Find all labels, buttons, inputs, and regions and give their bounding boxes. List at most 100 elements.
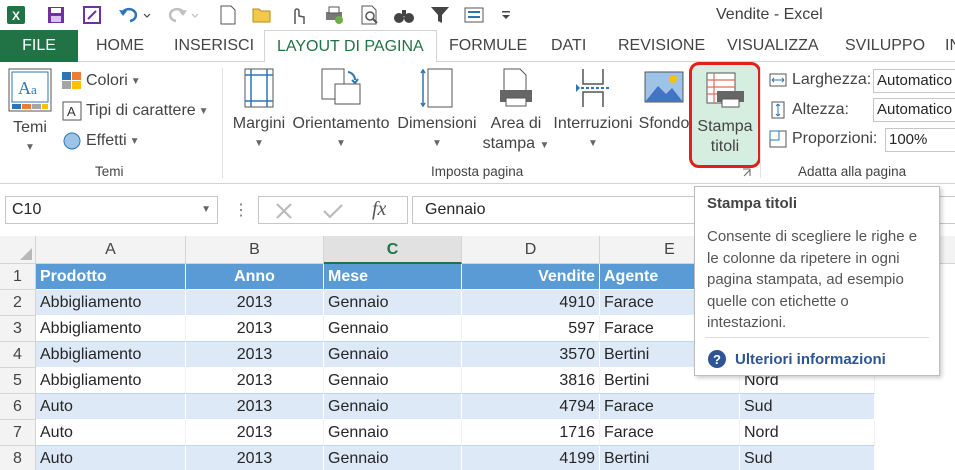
table-cell[interactable]: Abbigliamento	[36, 342, 186, 368]
row-header[interactable]: 8	[0, 446, 36, 470]
table-cell[interactable]: Gennaio	[324, 342, 462, 368]
row-header[interactable]: 2	[0, 290, 36, 316]
dialog-launcher-icon[interactable]	[742, 168, 752, 178]
table-cell[interactable]: Sud	[740, 394, 875, 420]
chevron-down-icon[interactable]: ▼	[201, 197, 211, 223]
column-header-b[interactable]: B	[186, 236, 324, 264]
open-folder-icon[interactable]	[250, 3, 274, 27]
row-header[interactable]: 4	[0, 342, 36, 368]
table-cell[interactable]: Abbigliamento	[36, 368, 186, 394]
tab-layout-di-pagina[interactable]: LAYOUT DI PAGINA	[264, 30, 437, 63]
table-header-cell[interactable]: Vendite	[462, 264, 600, 290]
table-cell[interactable]: 3816	[462, 368, 600, 394]
tab-inserisci[interactable]: INSERISCI	[174, 30, 254, 62]
proporzioni-spinner[interactable]: 100%	[885, 128, 955, 152]
dimensioni-button[interactable]: Dimensioni ▼	[394, 68, 480, 154]
customize-toolbar-icon[interactable]	[494, 3, 518, 27]
undo-icon[interactable]	[116, 3, 154, 27]
filter-icon[interactable]	[428, 3, 452, 27]
tab-formule[interactable]: FORMULE	[449, 30, 527, 62]
table-cell[interactable]: 2013	[186, 420, 324, 446]
row-header[interactable]: 1	[0, 264, 36, 290]
tab-file[interactable]: FILE	[0, 30, 78, 62]
column-header-d[interactable]: D	[462, 236, 600, 264]
table-header-cell[interactable]: Prodotto	[36, 264, 186, 290]
new-file-icon[interactable]	[216, 3, 240, 27]
table-cell[interactable]: Gennaio	[324, 290, 462, 316]
tab-dati[interactable]: DATI	[551, 30, 586, 62]
table-cell[interactable]: 2013	[186, 316, 324, 342]
temi-button[interactable]: A a Temi ▼	[6, 68, 54, 158]
table-cell[interactable]: Nord	[740, 420, 875, 446]
table-cell[interactable]: 2013	[186, 342, 324, 368]
effetti-button[interactable]: Effetti ▼	[62, 130, 140, 152]
larghezza-select[interactable]: Automatico	[873, 69, 955, 93]
table-cell[interactable]: Abbigliamento	[36, 316, 186, 342]
quick-print-icon[interactable]	[322, 3, 346, 27]
cancel-icon[interactable]	[274, 202, 294, 220]
tooltip-more-info-link[interactable]: ? Ulteriori informazioni	[707, 349, 886, 369]
save-as-icon[interactable]	[80, 3, 104, 27]
confirm-check-icon[interactable]	[322, 202, 344, 220]
touch-mode-icon[interactable]	[286, 3, 310, 27]
form-icon[interactable]	[462, 3, 486, 27]
tab-visualizza[interactable]: VISUALIZZA	[727, 30, 819, 62]
table-cell[interactable]: Abbigliamento	[36, 290, 186, 316]
table-cell[interactable]: 4199	[462, 446, 600, 470]
insert-function-icon[interactable]: fx	[372, 198, 386, 221]
table-cell[interactable]: 4910	[462, 290, 600, 316]
print-preview-icon[interactable]	[358, 3, 382, 27]
sfondo-button[interactable]: Sfondo	[636, 68, 692, 134]
select-all-corner[interactable]	[0, 236, 36, 264]
name-box[interactable]: C10 ▼	[5, 196, 218, 224]
redo-icon[interactable]	[164, 3, 202, 27]
margini-button[interactable]: Margini ▼	[228, 68, 290, 154]
table-cell[interactable]: Auto	[36, 446, 186, 470]
table-cell[interactable]: Auto	[36, 420, 186, 446]
tab-home[interactable]: HOME	[96, 30, 144, 62]
table-cell[interactable]: 2013	[186, 446, 324, 470]
orientamento-button[interactable]: Orientamento ▼	[290, 68, 392, 154]
table-cell[interactable]: Gennaio	[324, 368, 462, 394]
excel-logo-icon[interactable]: X	[4, 3, 28, 27]
row-header[interactable]: 3	[0, 316, 36, 342]
row-header[interactable]: 6	[0, 394, 36, 420]
column-header-c[interactable]: C	[324, 236, 462, 264]
tipi-carattere-button[interactable]: A Tipi di carattere ▼	[62, 100, 209, 122]
table-cell[interactable]: 3570	[462, 342, 600, 368]
table-cell[interactable]: Sud	[740, 446, 875, 470]
find-binoculars-icon[interactable]	[392, 3, 416, 27]
interruzioni-button[interactable]: Interruzioni ▼	[550, 68, 636, 154]
table-header-cell[interactable]: Mese	[324, 264, 462, 290]
table-header-cell[interactable]: Anno	[186, 264, 324, 290]
table-cell[interactable]: Farace	[600, 420, 740, 446]
tab-sviluppo[interactable]: SVILUPPO	[845, 30, 925, 62]
column-header-a[interactable]: A	[36, 236, 186, 264]
tab-overflow[interactable]: IN	[945, 30, 955, 62]
save-icon[interactable]	[44, 3, 68, 27]
table-cell[interactable]: Gennaio	[324, 316, 462, 342]
table-cell[interactable]: Bertini	[600, 446, 740, 470]
table-cell[interactable]: 2013	[186, 394, 324, 420]
table-cell[interactable]: Gennaio	[324, 394, 462, 420]
area-di-stampa-button[interactable]: Area di stampa ▼	[482, 68, 550, 156]
table-cell[interactable]: Farace	[600, 394, 740, 420]
row-header[interactable]: 5	[0, 368, 36, 394]
more-options-icon[interactable]: ⋮	[233, 200, 249, 220]
stampa-titoli-button[interactable]: Stampa titoli	[689, 62, 761, 168]
colori-button[interactable]: Colori ▼	[62, 70, 141, 92]
row-header[interactable]: 7	[0, 420, 36, 446]
tab-revisione[interactable]: REVISIONE	[618, 30, 705, 62]
table-cell[interactable]: 2013	[186, 368, 324, 394]
table-cell[interactable]: 4794	[462, 394, 600, 420]
table-cell[interactable]: Auto	[36, 394, 186, 420]
excel-window: X Vendite - Excel FILE HOME INSERISCI LA…	[0, 0, 955, 470]
altezza-select[interactable]: Automatico	[873, 98, 955, 122]
table-cell[interactable]: 2013	[186, 290, 324, 316]
table-cell[interactable]: Gennaio	[324, 420, 462, 446]
table-cell[interactable]: Gennaio	[324, 446, 462, 470]
tipi-carattere-label: Tipi di carattere	[86, 102, 196, 119]
chevron-down-icon: ▼	[539, 140, 550, 151]
table-cell[interactable]: 1716	[462, 420, 600, 446]
table-cell[interactable]: 597	[462, 316, 600, 342]
